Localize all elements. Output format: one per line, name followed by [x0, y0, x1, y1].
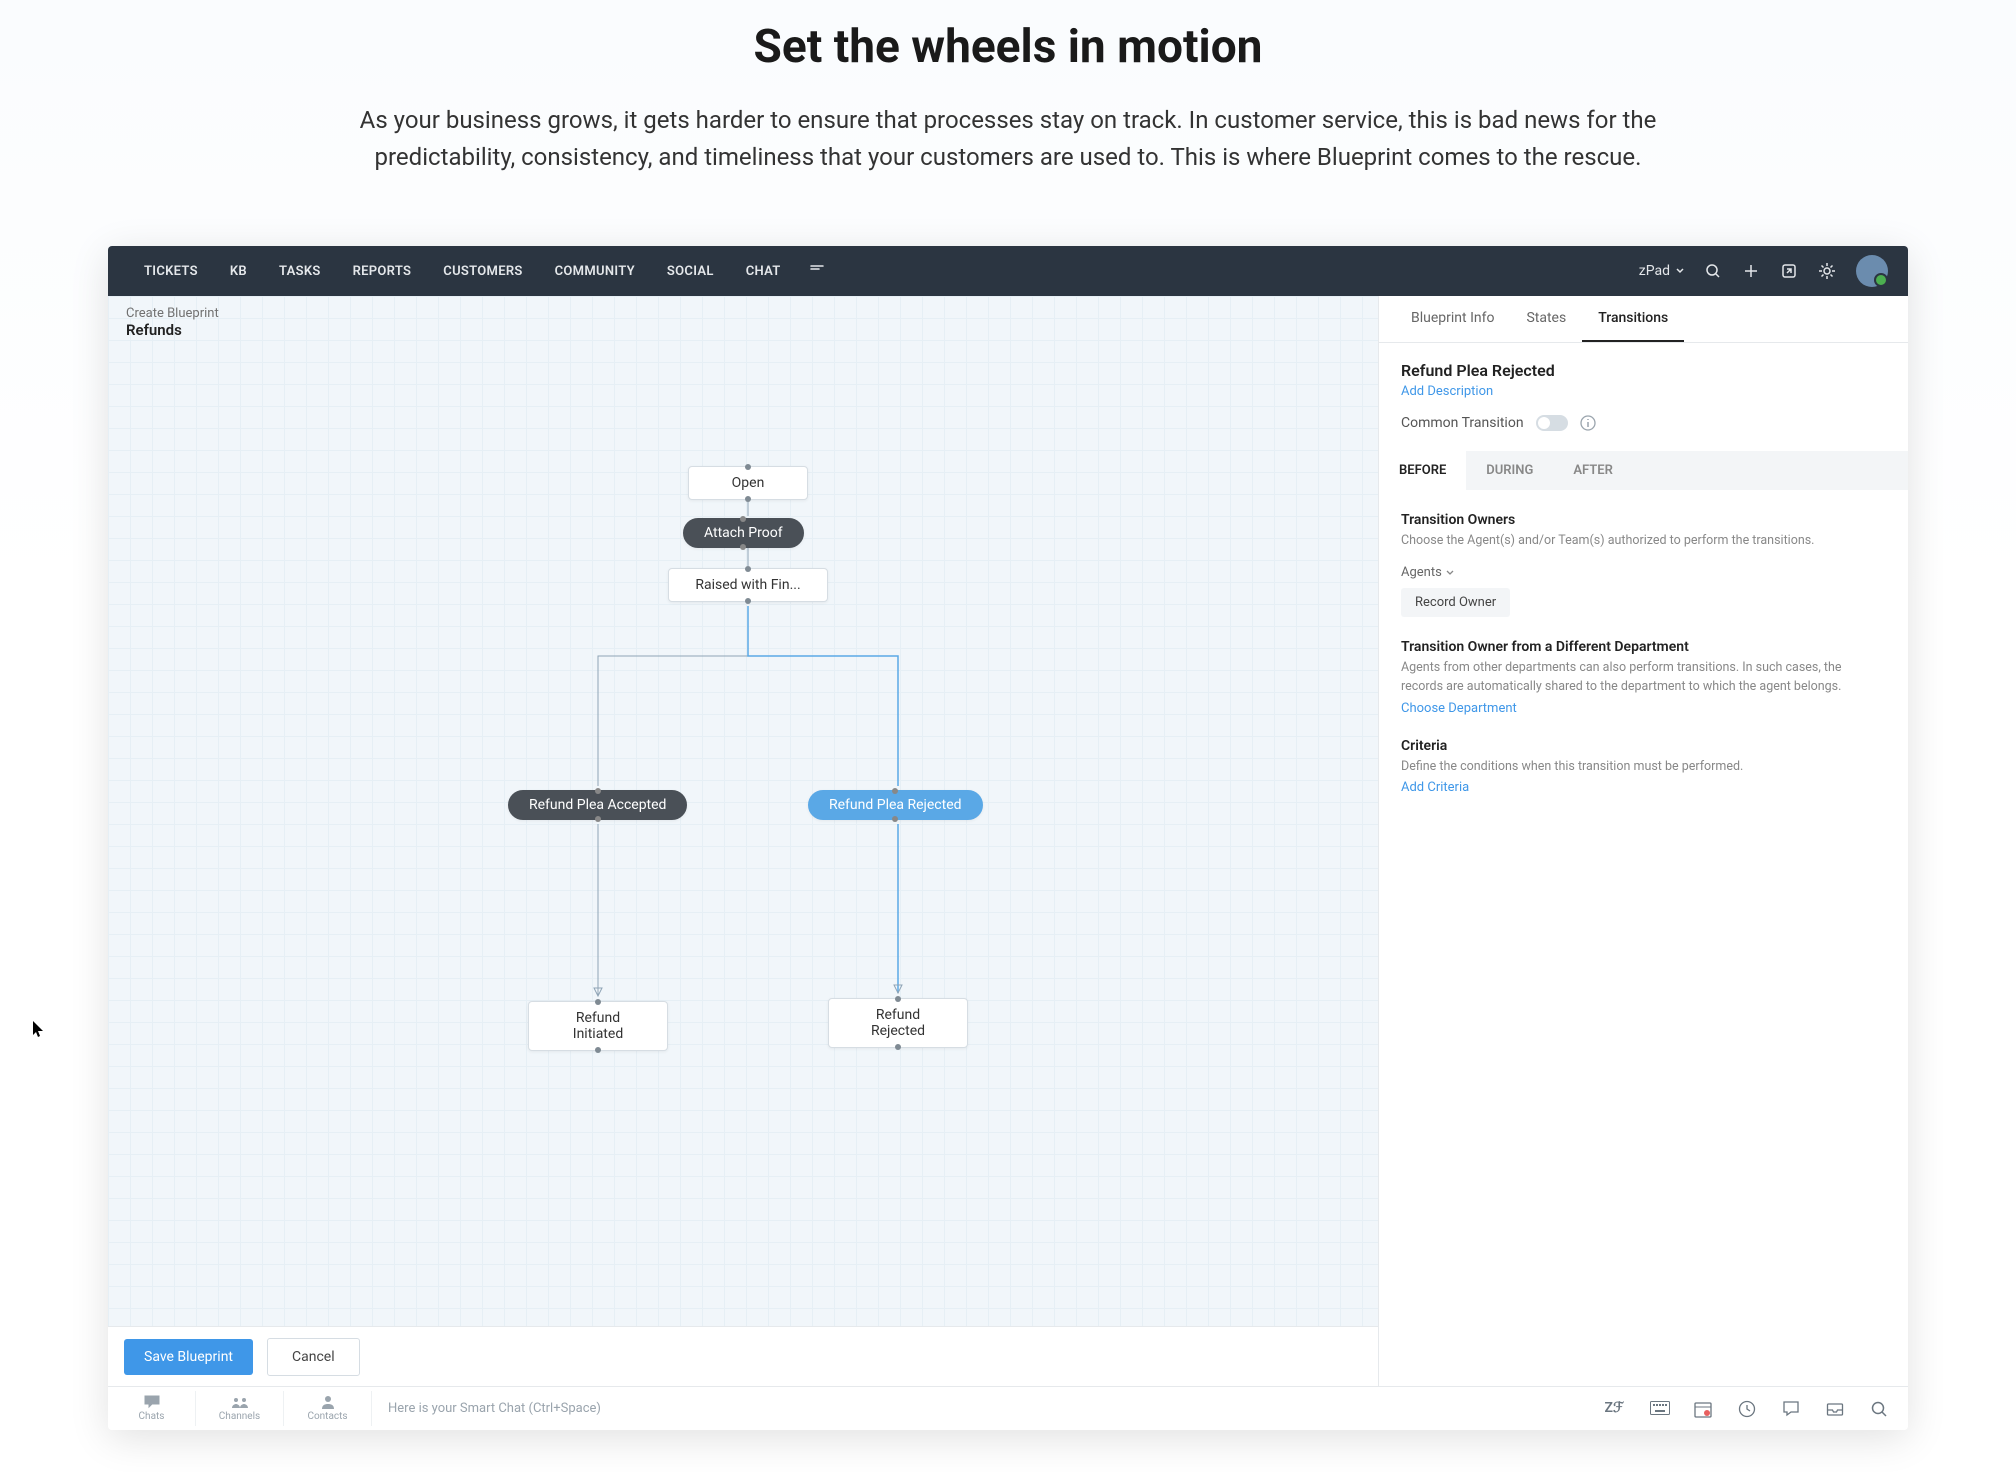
- chat-bubble-icon[interactable]: [1782, 1400, 1800, 1418]
- node-refund-rejected[interactable]: Refund Rejected: [828, 998, 968, 1048]
- tab-transitions[interactable]: Transitions: [1582, 296, 1684, 342]
- nav-tickets[interactable]: TICKETS: [128, 264, 214, 279]
- transition-name: Refund Plea Rejected: [1401, 361, 1886, 380]
- diff-dept-title: Transition Owner from a Different Depart…: [1401, 639, 1886, 655]
- common-transition-toggle[interactable]: [1536, 415, 1568, 431]
- gear-icon[interactable]: [1818, 262, 1836, 280]
- inbox-icon[interactable]: [1826, 1400, 1844, 1418]
- bottom-bar: Chats Channels Contacts Here is your Sma…: [108, 1386, 1908, 1430]
- phase-after[interactable]: AFTER: [1553, 451, 1633, 490]
- diff-dept-desc: Agents from other departments can also p…: [1401, 659, 1886, 697]
- cancel-button[interactable]: Cancel: [267, 1338, 360, 1376]
- node-attach-proof[interactable]: Attach Proof: [683, 518, 804, 548]
- nav-community[interactable]: COMMUNITY: [539, 264, 651, 279]
- bottom-contacts[interactable]: Contacts: [284, 1391, 372, 1426]
- node-plea-accepted[interactable]: Refund Plea Accepted: [508, 790, 687, 820]
- phase-during[interactable]: DURING: [1466, 451, 1553, 490]
- plus-icon[interactable]: [1742, 262, 1760, 280]
- node-plea-rejected[interactable]: Refund Plea Rejected: [808, 790, 983, 820]
- hero-title: Set the wheels in motion: [0, 20, 2016, 74]
- add-criteria-link[interactable]: Add Criteria: [1401, 780, 1469, 795]
- hero-subtitle: As your business grows, it gets harder t…: [358, 102, 1658, 176]
- app-frame: TICKETS KB TASKS REPORTS CUSTOMERS COMMU…: [108, 246, 1908, 1430]
- nav-chat[interactable]: CHAT: [730, 264, 797, 279]
- save-button[interactable]: Save Blueprint: [124, 1339, 253, 1375]
- node-raised-finance[interactable]: Raised with Fin...: [668, 568, 828, 602]
- hero: Set the wheels in motion As your busines…: [0, 0, 2016, 216]
- nav-kb[interactable]: KB: [214, 264, 263, 279]
- nav-customers[interactable]: CUSTOMERS: [427, 264, 538, 279]
- owners-title: Transition Owners: [1401, 512, 1886, 528]
- clock-icon[interactable]: [1738, 1400, 1756, 1418]
- bottom-channels[interactable]: Channels: [196, 1391, 284, 1426]
- owner-chip[interactable]: Record Owner: [1401, 588, 1510, 617]
- criteria-title: Criteria: [1401, 738, 1886, 754]
- search-icon-bottom[interactable]: [1870, 1400, 1888, 1418]
- keyboard-icon[interactable]: [1650, 1400, 1668, 1418]
- agents-dropdown[interactable]: Agents: [1401, 565, 1886, 580]
- chevron-down-icon: [1676, 267, 1684, 275]
- common-transition-label: Common Transition: [1401, 415, 1524, 431]
- chevron-down-icon: [1446, 569, 1454, 577]
- calendar-icon[interactable]: [1694, 1400, 1712, 1418]
- owners-desc: Choose the Agent(s) and/or Team(s) autho…: [1401, 532, 1886, 551]
- tab-blueprint-info[interactable]: Blueprint Info: [1395, 296, 1510, 342]
- nav-more-icon[interactable]: [797, 261, 837, 281]
- phase-before[interactable]: BEFORE: [1379, 451, 1466, 490]
- brand-dropdown[interactable]: zPad: [1639, 263, 1684, 279]
- external-icon[interactable]: [1780, 262, 1798, 280]
- canvas-title: Refunds: [126, 321, 219, 339]
- tab-states[interactable]: States: [1510, 296, 1582, 342]
- nav-reports[interactable]: REPORTS: [337, 264, 428, 279]
- node-refund-initiated[interactable]: Refund Initiated: [528, 1001, 668, 1051]
- info-icon[interactable]: [1580, 415, 1596, 431]
- bottom-chats[interactable]: Chats: [108, 1391, 196, 1426]
- search-icon[interactable]: [1704, 262, 1722, 280]
- zia-icon[interactable]: Zℱ: [1605, 1400, 1624, 1418]
- blueprint-canvas[interactable]: Create Blueprint Refunds Open Attach Pro…: [108, 296, 1378, 1386]
- side-panel: Blueprint Info States Transitions Refund…: [1378, 296, 1908, 1386]
- nav-tasks[interactable]: TASKS: [263, 264, 337, 279]
- flow-connectors: [108, 296, 1378, 1386]
- brand-label: zPad: [1639, 263, 1670, 279]
- smartchat-hint[interactable]: Here is your Smart Chat (Ctrl+Space): [372, 1401, 1605, 1416]
- criteria-desc: Define the conditions when this transiti…: [1401, 758, 1886, 777]
- nav-social[interactable]: SOCIAL: [651, 264, 730, 279]
- canvas-subtitle: Create Blueprint: [126, 306, 219, 321]
- choose-department-link[interactable]: Choose Department: [1401, 701, 1517, 716]
- agents-label: Agents: [1401, 565, 1442, 580]
- add-description-link[interactable]: Add Description: [1401, 384, 1493, 399]
- top-nav: TICKETS KB TASKS REPORTS CUSTOMERS COMMU…: [108, 246, 1908, 296]
- node-open[interactable]: Open: [688, 466, 808, 500]
- avatar[interactable]: [1856, 255, 1888, 287]
